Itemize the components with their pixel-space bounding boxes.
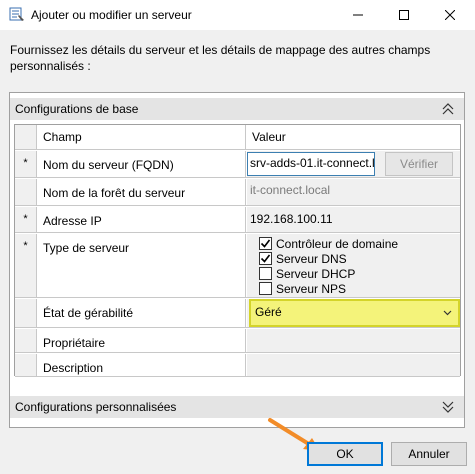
- field-label-owner: Propriétaire: [38, 329, 246, 352]
- grid-header-row: Champ Valeur: [15, 125, 460, 150]
- checkbox-label: Serveur DNS: [276, 251, 347, 266]
- manageability-select[interactable]: Géré: [249, 299, 460, 327]
- close-button[interactable]: [427, 0, 473, 30]
- ok-button[interactable]: OK: [307, 442, 383, 466]
- row-description: Description: [15, 354, 460, 377]
- grid-header-star: [15, 125, 37, 149]
- checkbox-domain-controller[interactable]: Contrôleur de domaine: [259, 236, 398, 251]
- row-owner: Propriétaire: [15, 329, 460, 353]
- checkbox-label: Serveur NPS: [276, 281, 347, 296]
- window-title: Ajouter ou modifier un serveur: [31, 8, 192, 22]
- row-server-name: * Nom du serveur (FQDN) srv-adds-01.it-c…: [15, 151, 460, 178]
- server-window-icon: [9, 6, 25, 22]
- field-label-description: Description: [38, 354, 246, 376]
- required-marker: *: [15, 234, 37, 297]
- collapse-chevron-up-icon[interactable]: [440, 101, 456, 117]
- section-base-header[interactable]: Configurations de base: [10, 98, 464, 120]
- maximize-icon: [399, 10, 409, 20]
- checkbox-box[interactable]: [259, 252, 272, 265]
- checkbox-box[interactable]: [259, 282, 272, 295]
- forest-name-value: it-connect.local: [250, 183, 331, 197]
- minimize-button[interactable]: [335, 0, 381, 30]
- checkbox-dhcp-server[interactable]: Serveur DHCP: [259, 266, 398, 281]
- grid-header-field: Champ: [38, 125, 246, 149]
- field-label-server-type: Type de serveur: [38, 234, 246, 297]
- verify-button[interactable]: Vérifier: [385, 152, 453, 176]
- title-bar: Ajouter ou modifier un serveur: [0, 0, 475, 30]
- description-input[interactable]: [247, 354, 460, 376]
- checkbox-box[interactable]: [259, 267, 272, 280]
- minimize-icon: [353, 14, 363, 16]
- maximize-button[interactable]: [381, 0, 427, 30]
- checkbox-dns-server[interactable]: Serveur DNS: [259, 251, 398, 266]
- field-label-forest-name: Nom de la forêt du serveur: [38, 179, 246, 205]
- row-ip-address: * Adresse IP 192.168.100.11: [15, 207, 460, 233]
- section-custom-title: Configurations personnalisées: [15, 400, 177, 414]
- section-custom-header[interactable]: Configurations personnalisées: [10, 396, 464, 418]
- field-label-ip: Adresse IP: [38, 207, 246, 232]
- expand-chevron-down-icon[interactable]: [440, 399, 456, 415]
- grid-header-value: Valeur: [247, 125, 460, 149]
- properties-grid: Champ Valeur * Nom du serveur (FQDN) srv…: [14, 124, 461, 377]
- checkbox-box[interactable]: [259, 237, 272, 250]
- manageability-selected-value: Géré: [255, 305, 282, 319]
- properties-panel: Configurations de base Champ Valeur * No…: [9, 92, 465, 428]
- checkbox-label: Contrôleur de domaine: [276, 236, 399, 251]
- dialog-description: Fournissez les détails du serveur et les…: [10, 43, 431, 73]
- checkmark-icon: [260, 239, 271, 248]
- server-type-checklist: Contrôleur de domaine Serveur DNS Serveu…: [259, 236, 398, 296]
- row-forest-name: Nom de la forêt du serveur it-connect.lo…: [15, 179, 460, 206]
- field-label-server-name: Nom du serveur (FQDN): [38, 151, 246, 177]
- required-marker: *: [15, 151, 37, 177]
- checkbox-label: Serveur DHCP: [276, 266, 356, 281]
- chevron-down-icon: [443, 310, 452, 316]
- server-name-input[interactable]: srv-adds-01.it-connect.local: [247, 152, 375, 176]
- ip-address-value[interactable]: 192.168.100.11: [250, 212, 333, 226]
- required-marker: *: [15, 207, 37, 232]
- owner-input[interactable]: [247, 329, 460, 352]
- section-base-title: Configurations de base: [15, 102, 139, 116]
- checkmark-icon: [260, 254, 271, 263]
- dialog-window: Ajouter ou modifier un serveur Fournisse…: [0, 0, 475, 474]
- row-server-type: * Type de serveur Contrôleur de domaine: [15, 234, 460, 298]
- cancel-button[interactable]: Annuler: [391, 442, 467, 466]
- close-icon: [445, 10, 455, 20]
- row-manageability: État de gérabilité Géré: [15, 299, 460, 328]
- field-label-manageability: État de gérabilité: [38, 299, 246, 327]
- checkbox-nps-server[interactable]: Serveur NPS: [259, 281, 398, 296]
